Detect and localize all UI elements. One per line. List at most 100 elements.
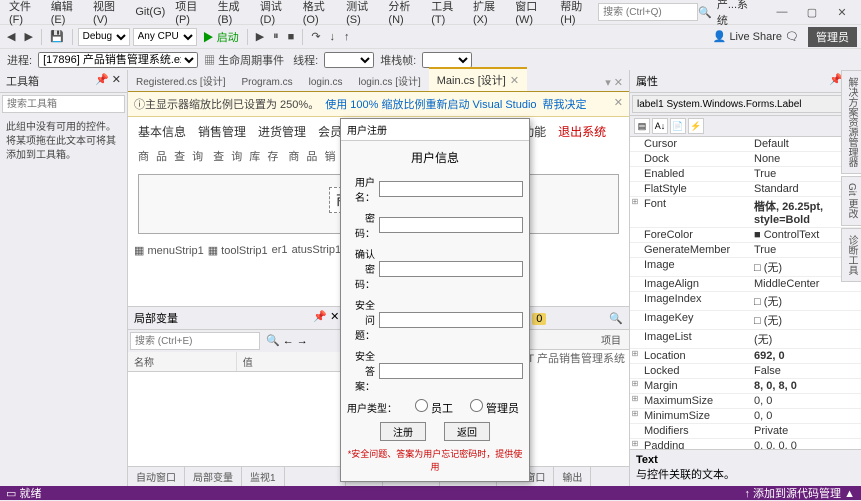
tab-program[interactable]: Program.cs: [233, 74, 300, 91]
menu-format[interactable]: 格式(O): [298, 0, 341, 28]
menu-analyze[interactable]: 分析(N): [383, 0, 426, 28]
az-icon[interactable]: A↓: [652, 118, 668, 134]
locals-search[interactable]: [130, 332, 260, 350]
maximize-icon[interactable]: ▢: [797, 6, 827, 19]
tab-login-design[interactable]: login.cs [设计]: [351, 70, 429, 91]
prop-row[interactable]: ⊞Location692, 0: [630, 349, 861, 364]
prop-row[interactable]: DockNone: [630, 152, 861, 167]
global-search[interactable]: 🔍: [598, 3, 712, 21]
menu-test[interactable]: 测试(S): [341, 0, 383, 28]
process-select[interactable]: [17896] 产品销售管理系统.exe: [38, 52, 198, 68]
menu-git[interactable]: Git(G): [130, 4, 170, 20]
infobar-link1[interactable]: 使用 100% 缩放比例重新启动 Visual Studio: [325, 96, 536, 112]
col-name[interactable]: 名称: [128, 352, 237, 371]
menu-tools[interactable]: 工具(T): [426, 0, 468, 28]
prop-row[interactable]: LockedFalse: [630, 364, 861, 379]
tab-main[interactable]: Main.cs [设计]✕: [429, 67, 527, 91]
menu-help[interactable]: 帮助(H): [555, 0, 598, 28]
prop-row[interactable]: GenerateMemberTrue: [630, 243, 861, 258]
radio-emp[interactable]: 员工: [401, 399, 457, 416]
thread-select[interactable]: [324, 52, 374, 68]
pause-icon[interactable]: ⏸: [270, 29, 282, 44]
sidetab-diag[interactable]: 诊断工具: [841, 228, 861, 282]
prop-row[interactable]: ModifiersPrivate: [630, 424, 861, 439]
prop-row[interactable]: ForeColor■ ControlText: [630, 228, 861, 243]
bt-watch[interactable]: 监视1: [242, 467, 285, 486]
nav-back-icon[interactable]: ◀: [4, 29, 18, 44]
close-icon[interactable]: ✕: [827, 6, 857, 19]
prop-row[interactable]: EnabledTrue: [630, 167, 861, 182]
infobar-link2[interactable]: 帮我决定: [543, 96, 587, 112]
continue-icon[interactable]: ▶: [253, 29, 267, 44]
prop-row[interactable]: ⊞Font楷体, 26.25pt, style=Bold: [630, 197, 861, 228]
prop-row[interactable]: ImageAlignMiddleCenter: [630, 277, 861, 292]
menu-window[interactable]: 窗口(W): [510, 0, 555, 28]
pin-icon[interactable]: 📌 ✕: [95, 73, 121, 89]
tab-login-cs[interactable]: login.cs: [301, 74, 351, 91]
toolbox-search[interactable]: [2, 95, 125, 113]
events-icon[interactable]: ⚡: [688, 118, 704, 134]
input-pwd2[interactable]: [379, 261, 523, 277]
menu-project[interactable]: 项目(P): [170, 0, 212, 28]
menu-ext[interactable]: 扩展(X): [468, 0, 510, 28]
save-icon[interactable]: 💾: [47, 29, 67, 44]
col-proj[interactable]: 项目: [593, 330, 629, 349]
ft-stock[interactable]: 查 询 库 存: [213, 148, 280, 164]
lifecycle-btn[interactable]: ▦ 生命周期事件: [201, 51, 287, 69]
input-pwd[interactable]: [379, 217, 523, 233]
menu-file[interactable]: 文件(F): [4, 0, 46, 28]
menu-build[interactable]: 生成(B): [213, 0, 255, 28]
tray-status[interactable]: atusStrip1: [292, 244, 342, 257]
prop-row[interactable]: FlatStyleStandard: [630, 182, 861, 197]
tray-menustrip[interactable]: ▦ menuStrip1: [134, 244, 204, 257]
props-selector[interactable]: label1 System.Windows.Forms.Label: [632, 95, 859, 113]
prop-row[interactable]: Image□ (无): [630, 258, 861, 277]
btn-register[interactable]: 注册: [380, 422, 426, 441]
props-icon[interactable]: 📄: [670, 118, 686, 134]
step-over-icon[interactable]: ↷: [308, 29, 323, 44]
prop-row[interactable]: ⊞MinimumSize0, 0: [630, 409, 861, 424]
bt-out[interactable]: 输出: [554, 467, 591, 486]
fm-basic[interactable]: 基本信息: [138, 123, 186, 140]
search-icon[interactable]: 🔍: [609, 312, 623, 325]
prop-row[interactable]: ⊞MaximumSize0, 0: [630, 394, 861, 409]
prop-row[interactable]: CursorDefault: [630, 137, 861, 152]
tabs-overflow-icon[interactable]: ▾ ✕: [599, 74, 629, 91]
status-git[interactable]: ↑ 添加到源代码管理 ▲: [745, 485, 856, 501]
infobar-close-icon[interactable]: ✕: [614, 96, 623, 112]
prop-row[interactable]: ImageList(无): [630, 330, 861, 349]
stack-select[interactable]: [422, 52, 472, 68]
props-grid[interactable]: CursorDefaultDockNoneEnabledTrueFlatStyl…: [630, 137, 861, 449]
btn-back[interactable]: 返回: [444, 422, 490, 441]
input-q[interactable]: [379, 312, 523, 328]
search-icon[interactable]: 🔍: [698, 6, 712, 19]
prop-row[interactable]: ⊞Padding0, 0, 0, 0: [630, 439, 861, 449]
stop-icon[interactable]: ■: [285, 30, 298, 44]
prop-row[interactable]: ⊞Margin8, 0, 8, 0: [630, 379, 861, 394]
prop-row[interactable]: ImageKey□ (无): [630, 311, 861, 330]
start-button[interactable]: ▶ 启动: [200, 28, 242, 46]
live-share[interactable]: 👤 Live Share: [713, 30, 782, 43]
step-into-icon[interactable]: ↓: [327, 30, 339, 44]
sidetab-solution[interactable]: 解决方案资源管理器: [841, 70, 861, 174]
ft-query[interactable]: 商 品 查 询: [138, 148, 205, 164]
input-a[interactable]: [379, 363, 523, 379]
menu-edit[interactable]: 编辑(E): [46, 0, 88, 28]
feedback-icon[interactable]: 🗨: [785, 30, 799, 43]
step-out-icon[interactable]: ↑: [341, 30, 353, 44]
menu-debug[interactable]: 调试(D): [255, 0, 298, 28]
bt-auto[interactable]: 自动窗口: [128, 467, 185, 486]
search-input[interactable]: [598, 3, 698, 21]
tab-registered[interactable]: Registered.cs [设计]: [128, 70, 233, 91]
cat-icon[interactable]: ▤: [634, 118, 650, 134]
minimize-icon[interactable]: —: [767, 6, 797, 19]
pin-icon[interactable]: 📌 ✕: [313, 310, 339, 326]
config-select[interactable]: Debug: [78, 28, 130, 46]
menu-view[interactable]: 视图(V): [88, 0, 130, 28]
tray-toolstrip[interactable]: ▦ toolStrip1: [208, 244, 268, 257]
platform-select[interactable]: Any CPU: [133, 28, 197, 46]
input-user[interactable]: [379, 181, 523, 197]
sidetab-git[interactable]: Git 更改: [841, 176, 861, 226]
radio-admin[interactable]: 管理员: [467, 399, 523, 416]
col-value[interactable]: 值: [237, 352, 346, 371]
